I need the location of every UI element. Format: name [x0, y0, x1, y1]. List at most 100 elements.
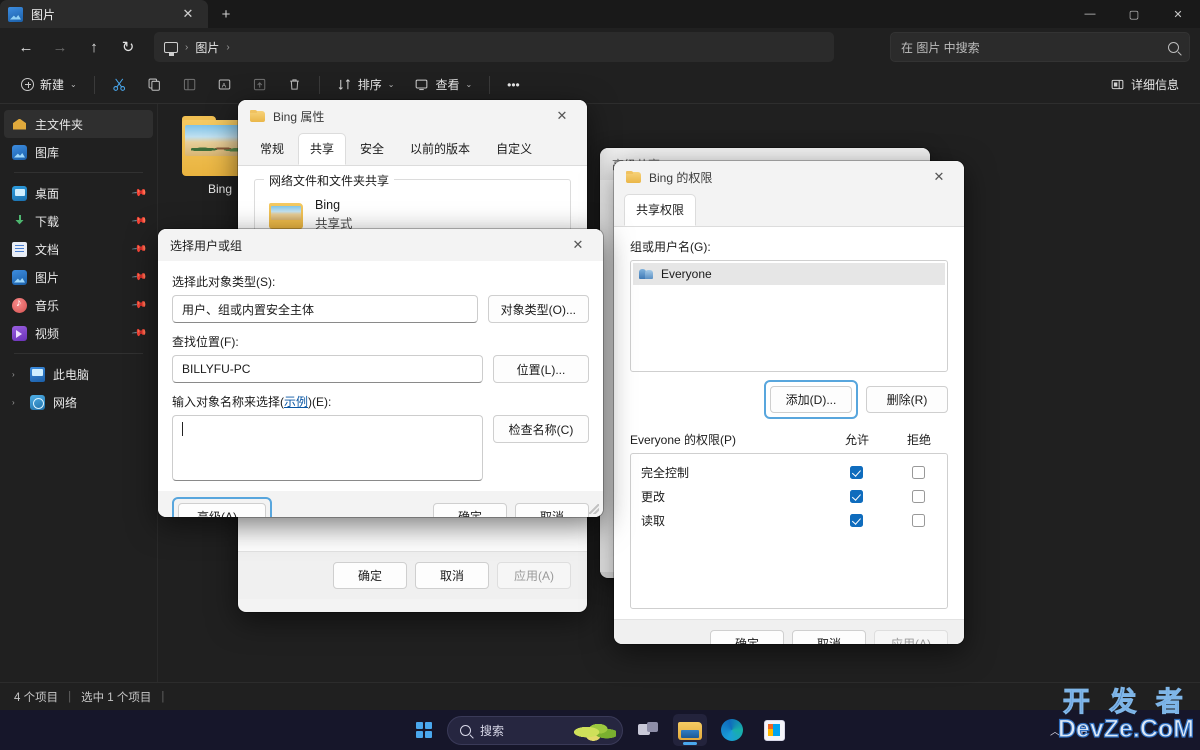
deny-checkbox[interactable] [911, 489, 925, 503]
taskbar-item-edge[interactable] [715, 714, 749, 746]
remove-button[interactable]: 删除(R) [866, 386, 948, 413]
breadcrumb-item-pictures[interactable]: 图片 [195, 39, 219, 56]
more-button[interactable]: ••• [498, 70, 529, 100]
tab-close-icon[interactable]: ✕ [176, 3, 200, 25]
tab-customize[interactable]: 自定义 [484, 133, 544, 165]
select-users-title: 选择用户或组 [170, 238, 243, 253]
sort-button[interactable]: 排序 ⌄ [328, 70, 404, 100]
advanced-button[interactable]: 高级(A)... [178, 503, 266, 517]
new-label: 新建 [40, 78, 65, 92]
object-names-input[interactable] [172, 415, 483, 481]
view-label: 查看 [435, 78, 460, 92]
cut-button[interactable] [103, 70, 136, 100]
sidebar-item-home[interactable]: 主文件夹 [4, 110, 153, 138]
sidebar-item-this-pc[interactable]: › 此电脑 [4, 360, 153, 388]
tray-overflow-chevron-icon[interactable]: ︿ [1050, 723, 1060, 738]
select-users-titlebar[interactable]: 选择用户或组 ✕ [158, 229, 603, 261]
sidebar-item-network[interactable]: › 网络 [4, 388, 153, 416]
sidebar-divider-1 [14, 172, 143, 173]
up-button[interactable]: ↑ [78, 32, 110, 62]
close-button[interactable]: ✕ [1156, 0, 1200, 28]
permissions-tabs: 共享权限 [614, 194, 964, 227]
paste-button [173, 70, 206, 100]
tab-share-permissions[interactable]: 共享权限 [624, 194, 697, 226]
properties-titlebar[interactable]: Bing 属性 ✕ [238, 100, 587, 132]
refresh-button[interactable]: ↻ [112, 32, 144, 62]
locations-button[interactable]: 位置(L)... [493, 355, 589, 383]
sidebar-item-gallery[interactable]: 图库 [4, 138, 153, 166]
new-button[interactable]: 新建 ⌄ [12, 70, 86, 100]
select-users-ok-button[interactable]: 确定 [433, 503, 507, 517]
deny-checkbox[interactable] [911, 465, 925, 479]
close-icon[interactable]: ✕ [543, 101, 581, 131]
back-button[interactable]: ← [10, 32, 42, 62]
list-item[interactable]: Everyone [633, 263, 945, 285]
toolbar-divider [93, 75, 95, 94]
chevron-right-icon-net[interactable]: › [12, 398, 22, 407]
table-row[interactable]: 完全控制 [631, 460, 947, 484]
users-listbox[interactable]: Everyone [630, 260, 948, 372]
sidebar-item-videos[interactable]: 视频 📌 [4, 319, 153, 347]
properties-ok-button[interactable]: 确定 [333, 562, 407, 589]
add-button[interactable]: 添加(D)... [770, 386, 852, 413]
system-tray: ︿ 中 [1050, 710, 1190, 750]
close-icon[interactable]: ✕ [559, 230, 597, 260]
start-button[interactable] [409, 715, 439, 745]
table-row[interactable]: 更改 [631, 484, 947, 508]
details-icon [1111, 79, 1124, 90]
taskbar-search[interactable]: 搜索 [447, 715, 623, 745]
permissions-cancel-button[interactable]: 取消 [792, 630, 866, 644]
sidebar-item-documents[interactable]: 文档 📌 [4, 235, 153, 263]
minimize-button[interactable]: — [1068, 0, 1112, 28]
select-users-dialog: 选择用户或组 ✕ 选择此对象类型(S): 用户、组或内置安全主体 对象类型(O)… [158, 229, 603, 517]
add-button-focus-ring: 添加(D)... [764, 380, 858, 419]
ime-indicator[interactable]: 中 [1076, 722, 1088, 739]
share-icon [253, 78, 265, 91]
sidebar-item-music[interactable]: 音乐 📌 [4, 291, 153, 319]
check-names-button[interactable]: 检查名称(C) [493, 415, 589, 443]
object-types-button[interactable]: 对象类型(O)... [487, 295, 589, 323]
delete-button[interactable] [278, 70, 311, 100]
new-tab-button[interactable]: + [214, 3, 238, 25]
sidebar-item-downloads[interactable]: 下载 📌 [4, 207, 153, 235]
sidebar-item-pictures[interactable]: 图片 📌 [4, 263, 153, 291]
tab-title: 图片 [31, 7, 56, 22]
details-pane-button[interactable]: 详细信息 [1101, 70, 1188, 100]
chevron-right-icon[interactable]: › [12, 370, 22, 379]
view-button[interactable]: 查看 ⌄ [405, 70, 481, 100]
permissions-ok-button[interactable]: 确定 [710, 630, 784, 644]
permissions-list: 完全控制 更改 读取 [630, 453, 948, 609]
group-users-label: 组或用户名(G): [630, 240, 711, 254]
close-icon[interactable]: ✕ [920, 162, 958, 192]
tab-pictures[interactable]: 图片 ✕ [0, 0, 208, 28]
taskbar-item-store[interactable] [757, 714, 791, 746]
rename-button[interactable]: A [208, 70, 241, 100]
tab-sharing[interactable]: 共享 [298, 133, 347, 165]
search-doodle-image [574, 719, 616, 742]
share-folder-name: Bing [315, 198, 341, 212]
permissions-titlebar[interactable]: Bing 的权限 ✕ [614, 161, 964, 193]
screen: 图片 ✕ + — ▢ ✕ ← → ↑ ↻ › 图片 › 在 图片 中搜索 新建 … [0, 0, 1200, 750]
allow-checkbox[interactable] [849, 513, 863, 527]
tab-security[interactable]: 安全 [348, 133, 396, 165]
taskbar-item-file-explorer[interactable] [673, 714, 707, 746]
tab-previous-versions[interactable]: 以前的版本 [398, 133, 482, 165]
allow-checkbox[interactable] [849, 465, 863, 479]
maximize-button[interactable]: ▢ [1112, 0, 1156, 28]
properties-cancel-button[interactable]: 取消 [415, 562, 489, 589]
table-row[interactable]: 读取 [631, 508, 947, 532]
pin-icon: 📌 [130, 212, 148, 230]
allow-checkbox[interactable] [849, 489, 863, 503]
breadcrumb[interactable]: › 图片 › [154, 32, 834, 62]
examples-link[interactable]: 示例 [284, 395, 308, 409]
search-input[interactable]: 在 图片 中搜索 [890, 32, 1190, 62]
copy-button[interactable] [138, 70, 171, 100]
this-pc-icon [164, 41, 178, 56]
taskbar-item-task-view[interactable] [631, 714, 665, 746]
deny-checkbox[interactable] [911, 513, 925, 527]
sidebar-item-desktop[interactable]: 桌面 📌 [4, 179, 153, 207]
resize-grip[interactable] [589, 504, 599, 514]
select-users-cancel-button[interactable]: 取消 [515, 503, 589, 517]
tab-general[interactable]: 常规 [248, 133, 296, 165]
taskbar-search-placeholder: 搜索 [480, 723, 505, 738]
